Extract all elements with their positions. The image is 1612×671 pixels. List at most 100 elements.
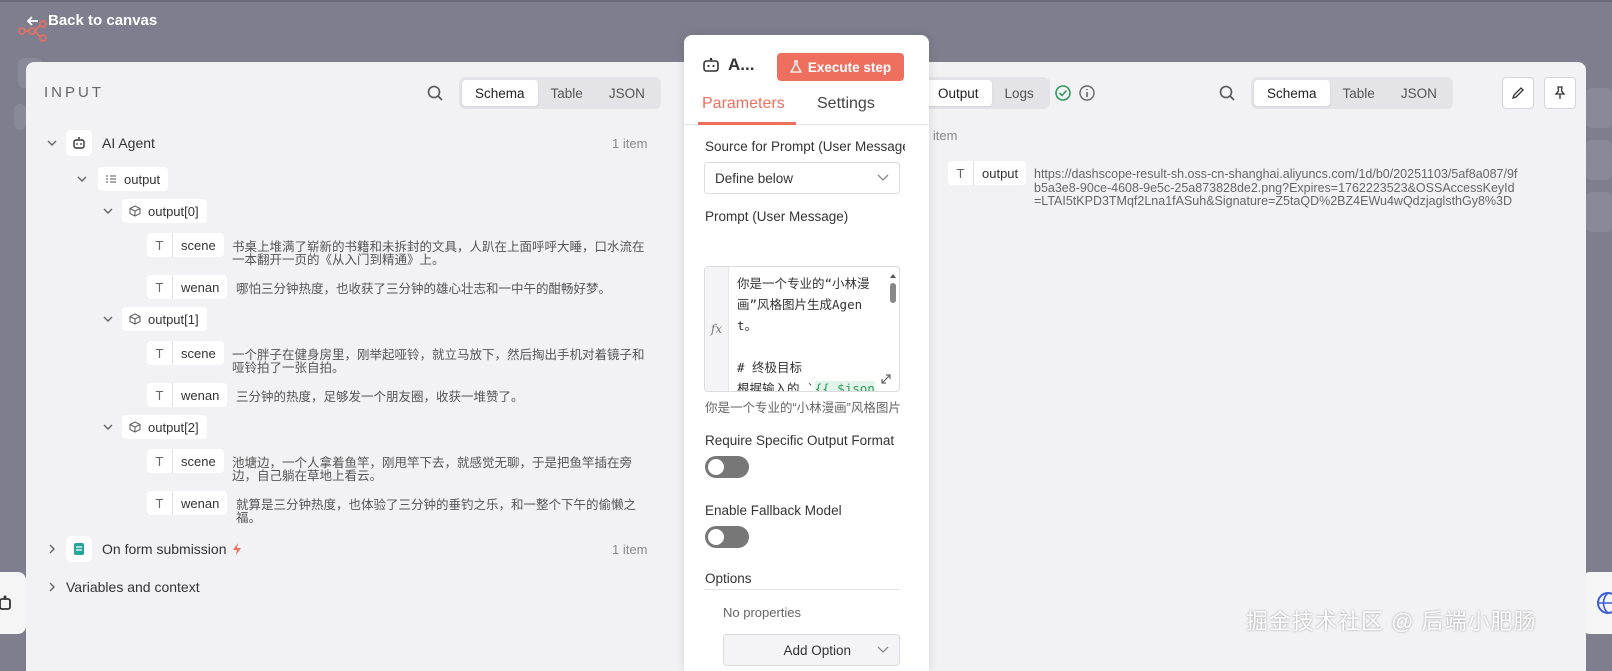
output-item-pill: output[1] bbox=[122, 307, 207, 331]
pin-icon bbox=[1554, 86, 1566, 99]
scene-field-key: scene bbox=[181, 453, 216, 469]
input-tab-schema[interactable]: Schema bbox=[462, 80, 538, 106]
form-submission-item-count: 1 item bbox=[612, 542, 648, 557]
output-item-row[interactable]: output[0] bbox=[100, 199, 207, 223]
input-panel: INPUT Schema Table JSON AI Agent 1 item … bbox=[26, 62, 686, 671]
source-prompt-label: Source for Prompt (User Message) bbox=[705, 139, 905, 154]
cube-icon bbox=[122, 199, 148, 223]
scene-field-key: scene bbox=[181, 345, 216, 361]
chevron-down-icon[interactable] bbox=[100, 203, 116, 219]
output-item-row[interactable]: output[2] bbox=[100, 415, 207, 439]
node-title[interactable]: A... bbox=[728, 55, 754, 75]
output-search-button[interactable] bbox=[1216, 82, 1238, 104]
text-type-icon: T bbox=[147, 383, 173, 407]
tab-parameters[interactable]: Parameters bbox=[702, 95, 785, 113]
search-icon bbox=[1219, 85, 1235, 101]
form-submission-node-row[interactable]: On form submission bbox=[44, 536, 244, 562]
text-type-icon: T bbox=[147, 233, 173, 257]
check-circle-icon bbox=[1055, 85, 1071, 101]
wenan-field-value: 就算是三分钟热度，也体验了三分钟的垂钓之乐，和一整个下午的偷懒之福。 bbox=[236, 498, 637, 525]
wenan-field-key: wenan bbox=[181, 495, 220, 511]
output-field-value: https://dashscope-result-sh.oss-cn-shang… bbox=[1034, 167, 1518, 208]
chevron-down-icon[interactable] bbox=[100, 419, 116, 435]
text-type-icon: T bbox=[948, 161, 974, 185]
canvas-node-shadow bbox=[1586, 192, 1612, 232]
ai-agent-node-row[interactable]: AI Agent bbox=[44, 130, 155, 156]
ai-agent-node-name: AI Agent bbox=[102, 135, 155, 151]
input-view-switcher: Schema Table JSON bbox=[459, 77, 661, 109]
toggle-knob bbox=[708, 459, 724, 475]
wenan-field-key: wenan bbox=[181, 387, 220, 403]
left-canvas-node-edge[interactable] bbox=[0, 572, 26, 634]
execute-step-button[interactable]: Execute step bbox=[777, 53, 904, 81]
robot-icon bbox=[703, 57, 719, 72]
arrow-left-icon bbox=[26, 15, 38, 26]
source-prompt-value: Define below bbox=[715, 170, 794, 186]
output-tab-logs[interactable]: Logs bbox=[992, 80, 1047, 106]
active-tab-indicator bbox=[698, 122, 796, 125]
text-type-icon: T bbox=[147, 491, 173, 515]
output-tab-schema[interactable]: Schema bbox=[1254, 80, 1330, 106]
chevron-down-icon[interactable] bbox=[44, 135, 60, 151]
wenan-field-pill: T wenan bbox=[147, 383, 228, 407]
pin-output-button[interactable] bbox=[1544, 77, 1576, 109]
flask-icon bbox=[789, 60, 802, 73]
source-prompt-select[interactable]: Define below bbox=[704, 162, 900, 194]
wenan-field-pill: T wenan bbox=[147, 275, 228, 299]
output-item-pill: output[2] bbox=[122, 415, 207, 439]
add-option-select[interactable]: Add Option bbox=[723, 634, 900, 666]
back-to-canvas-link[interactable]: Back to canvas bbox=[26, 12, 157, 29]
robot-icon bbox=[0, 595, 11, 610]
wenan-field-value: 三分钟的热度，足够发一个朋友圈，收获一堆赞了。 bbox=[236, 390, 524, 404]
fallback-model-toggle[interactable] bbox=[705, 526, 749, 548]
input-tab-table[interactable]: Table bbox=[538, 80, 596, 106]
execute-step-label: Execute step bbox=[807, 59, 892, 75]
output-tab-table[interactable]: Table bbox=[1330, 80, 1388, 106]
chevron-down-icon bbox=[877, 646, 889, 653]
watermark-text: 掘金技术社区 @ 后端小肥肠 bbox=[1246, 609, 1537, 634]
chevron-down-icon[interactable] bbox=[100, 311, 116, 327]
edit-output-button[interactable] bbox=[1502, 77, 1534, 109]
variables-context-label: Variables and context bbox=[66, 579, 200, 595]
input-search-button[interactable] bbox=[424, 82, 446, 104]
scene-field-pill: T scene bbox=[147, 341, 224, 365]
parameters-tabs: Parameters Settings bbox=[684, 93, 929, 125]
tab-settings[interactable]: Settings bbox=[817, 95, 875, 113]
input-panel-title: INPUT bbox=[44, 84, 104, 101]
prompt-preview-text: 你是一个专业的“小林漫画”风格图片生成Agent。 … bbox=[705, 401, 901, 415]
output-field-key: output bbox=[982, 165, 1019, 181]
chevron-right-icon[interactable] bbox=[44, 579, 60, 595]
scene-field-value: 书桌上堆满了崭新的书籍和未拆封的文具，人趴在上面呼呼大睡，口水流在一本翻开一页的… bbox=[232, 240, 645, 267]
globe-icon bbox=[1597, 592, 1612, 614]
prompt-editor-text[interactable]: 你是一个专业的“小林漫画”风格图片生成Agent。 # 终极目标 根据输入的 `… bbox=[737, 273, 877, 391]
canvas-node-shadow bbox=[1586, 88, 1612, 128]
wenan-field-pill: T wenan bbox=[147, 491, 228, 515]
expand-editor-icon[interactable] bbox=[879, 372, 893, 386]
require-format-toggle[interactable] bbox=[705, 456, 749, 478]
add-option-label: Add Option bbox=[783, 642, 851, 658]
output-view-switcher: Schema Table JSON bbox=[1251, 77, 1453, 109]
output-array-row[interactable]: output bbox=[74, 167, 169, 191]
text-type-icon: T bbox=[147, 275, 173, 299]
output-tab-output[interactable]: Output bbox=[925, 80, 992, 106]
info-icon[interactable] bbox=[1078, 84, 1096, 102]
chevron-down-icon[interactable] bbox=[74, 171, 90, 187]
list-icon bbox=[98, 167, 124, 191]
prompt-scrollbar[interactable] bbox=[889, 271, 897, 371]
canvas-node-shadow bbox=[1586, 140, 1612, 180]
chevron-right-icon[interactable] bbox=[44, 541, 60, 557]
no-properties-text: No properties bbox=[723, 605, 802, 620]
require-format-label: Require Specific Output Format bbox=[705, 433, 895, 448]
back-to-canvas-label: Back to canvas bbox=[48, 12, 158, 29]
output-tab-json[interactable]: JSON bbox=[1388, 80, 1450, 106]
scene-field-pill: T scene bbox=[147, 233, 224, 257]
variables-context-row[interactable]: Variables and context bbox=[44, 579, 200, 595]
output-array-key: output bbox=[124, 171, 161, 187]
options-label: Options bbox=[705, 571, 752, 586]
form-submission-node-name: On form submission bbox=[102, 541, 227, 557]
input-tab-json[interactable]: JSON bbox=[596, 80, 658, 106]
output-item-row[interactable]: output[1] bbox=[100, 307, 207, 331]
prompt-editor[interactable]: fx 你是一个专业的“小林漫画”风格图片生成Agent。 # 终极目标 根据输入… bbox=[704, 266, 900, 392]
right-canvas-node-edge[interactable] bbox=[1582, 572, 1612, 634]
pencil-icon bbox=[1511, 87, 1524, 100]
